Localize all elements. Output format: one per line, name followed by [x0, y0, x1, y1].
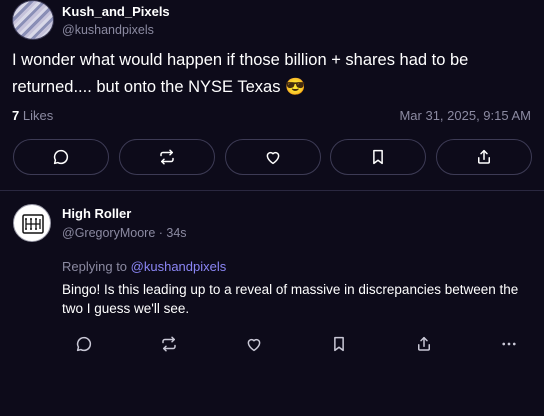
repost-button[interactable] [156, 331, 182, 357]
reply-author-meta[interactable]: @GregoryMoore · 34s [62, 226, 187, 240]
repost-icon [162, 336, 176, 352]
reply-icon [76, 336, 92, 352]
like-button[interactable] [241, 331, 267, 357]
replying-to: Replying to @kushandpixels [62, 259, 226, 274]
share-icon [478, 149, 490, 164]
reply-icon [53, 149, 69, 165]
reply-button[interactable] [71, 331, 97, 357]
share-button[interactable] [411, 331, 437, 357]
reply-author-name[interactable]: High Roller [62, 206, 131, 221]
replying-to-label: Replying to [62, 259, 128, 274]
bookmark-icon [334, 336, 344, 352]
reply-button[interactable] [13, 139, 109, 175]
reply-post[interactable]: High Roller @GregoryMoore · 34s Replying… [0, 191, 544, 416]
mention-link[interactable]: @kushandpixels [131, 259, 227, 274]
likes-summary[interactable]: 7 Likes [12, 108, 53, 123]
avatar[interactable] [13, 204, 51, 242]
like-icon [266, 151, 279, 165]
likes-count: 7 [12, 108, 20, 123]
share-icon [418, 336, 430, 351]
share-button[interactable] [436, 139, 532, 175]
author-handle[interactable]: @kushandpixels [62, 23, 154, 37]
main-post: Kush_and_Pixels @kushandpixels I wonder … [0, 0, 544, 190]
post-action-bar [13, 139, 532, 177]
more-options-button[interactable] [496, 331, 522, 357]
like-icon [247, 338, 261, 352]
repost-button[interactable] [118, 139, 215, 175]
gear-shifter-icon [22, 214, 44, 234]
like-button[interactable] [224, 139, 321, 175]
likes-label: Likes [22, 108, 54, 123]
bookmark-button[interactable] [330, 139, 427, 175]
post-timestamp: Mar 31, 2025, 9:15 AM [399, 108, 531, 123]
more-icon [502, 342, 516, 346]
reply-text: Bingo! Is this leading up to a reveal of… [62, 282, 519, 316]
post-text: I wonder what would happen if those bill… [12, 51, 469, 96]
author-name[interactable]: Kush_and_Pixels [62, 4, 170, 19]
repost-icon [160, 149, 174, 165]
bookmark-button[interactable] [326, 331, 352, 357]
bookmark-icon [373, 149, 384, 165]
reply-action-bar [62, 331, 532, 357]
avatar[interactable] [12, 0, 54, 40]
